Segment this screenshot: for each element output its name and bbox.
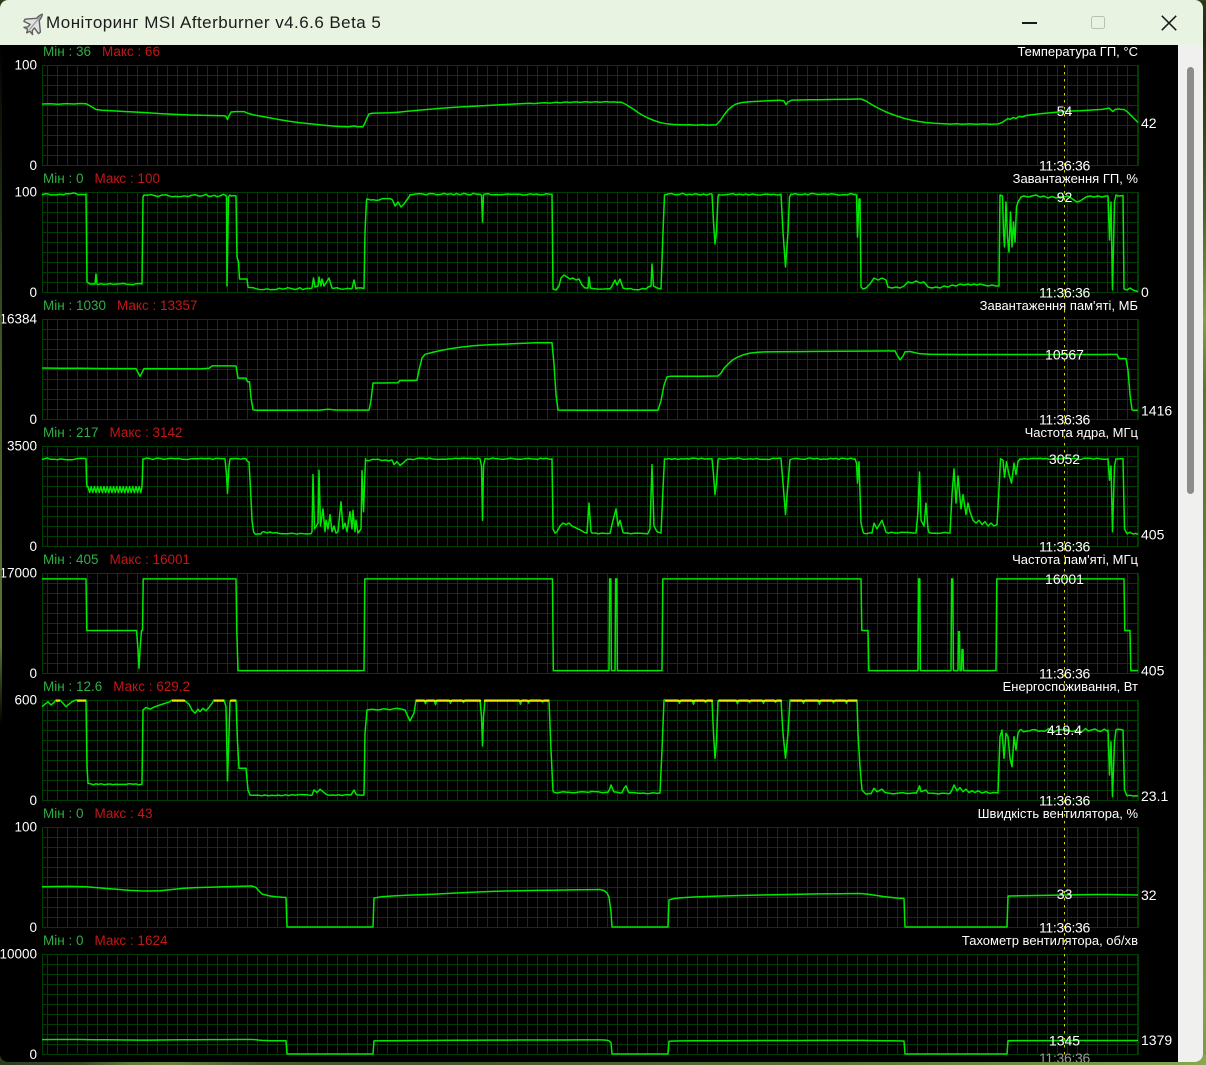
svg-text:23.1: 23.1 [1141, 788, 1168, 804]
svg-text:0: 0 [29, 1047, 37, 1062]
svg-text:16384: 16384 [0, 312, 37, 327]
svg-text:16001: 16001 [1045, 571, 1084, 587]
svg-text:100: 100 [14, 185, 37, 200]
svg-text:0: 0 [29, 666, 37, 681]
svg-text:3500: 3500 [7, 439, 37, 454]
svg-text:Частота пам'яті, МГц: Частота пам'яті, МГц [1012, 552, 1138, 567]
svg-text:0: 0 [1141, 284, 1149, 300]
svg-text:Енергоспоживання, Вт: Енергоспоживання, Вт [1003, 679, 1138, 694]
svg-text:Мін : 405Макс : 16001: Мін : 405 Макс : 16001 [43, 552, 190, 567]
svg-text:Швидкість вентилятора, %: Швидкість вентилятора, % [978, 806, 1139, 821]
svg-text:Мін : 36Макс : 66: Мін : 36 Макс : 66 [43, 44, 160, 59]
svg-text:0: 0 [29, 412, 37, 427]
svg-text:Мін : 217Макс : 3142: Мін : 217 Макс : 3142 [43, 425, 182, 440]
svg-text:405: 405 [1141, 663, 1165, 679]
svg-text:Мін : 0Макс : 100: Мін : 0 Макс : 100 [43, 171, 160, 186]
svg-text:Мін : 0Макс : 1624: Мін : 0 Макс : 1624 [43, 933, 168, 948]
svg-text:11:36:36: 11:36:36 [1039, 1050, 1091, 1062]
svg-text:100: 100 [14, 820, 37, 835]
svg-text:42: 42 [1141, 115, 1157, 131]
svg-text:0: 0 [29, 285, 37, 300]
svg-text:419.4: 419.4 [1047, 722, 1082, 738]
svg-text:600: 600 [14, 693, 37, 708]
svg-text:1379: 1379 [1141, 1032, 1172, 1048]
svg-text:32: 32 [1141, 887, 1157, 903]
svg-text:100: 100 [14, 58, 37, 73]
svg-text:3052: 3052 [1049, 451, 1080, 467]
svg-text:0: 0 [29, 539, 37, 554]
svg-text:10567: 10567 [1045, 347, 1084, 363]
svg-text:405: 405 [1141, 526, 1165, 542]
svg-text:1416: 1416 [1141, 402, 1172, 418]
svg-text:Температура ГП, °C: Температура ГП, °C [1017, 44, 1138, 59]
svg-text:0: 0 [29, 920, 37, 935]
svg-text:33: 33 [1057, 886, 1073, 902]
svg-text:92: 92 [1057, 189, 1073, 205]
svg-text:0: 0 [29, 793, 37, 808]
svg-text:Завантаження пам'яті, МБ: Завантаження пам'яті, МБ [980, 298, 1138, 313]
svg-text:Тахометр вентилятора, об/хв: Тахометр вентилятора, об/хв [962, 933, 1138, 948]
svg-text:Частота ядра, МГц: Частота ядра, МГц [1025, 425, 1139, 440]
svg-text:54: 54 [1057, 103, 1073, 119]
svg-text:17000: 17000 [0, 566, 37, 581]
svg-text:10000: 10000 [0, 947, 37, 962]
svg-text:Мін : 1030Макс : 13357: Мін : 1030 Макс : 13357 [43, 298, 198, 313]
svg-text:1345: 1345 [1049, 1033, 1080, 1049]
svg-text:Мін : 12.6Макс : 629.2: Мін : 12.6 Макс : 629.2 [43, 679, 190, 694]
svg-text:0: 0 [29, 158, 37, 173]
svg-text:Завантаження ГП, %: Завантаження ГП, % [1013, 171, 1139, 186]
svg-text:Мін : 0Макс : 43: Мін : 0 Макс : 43 [43, 806, 152, 821]
